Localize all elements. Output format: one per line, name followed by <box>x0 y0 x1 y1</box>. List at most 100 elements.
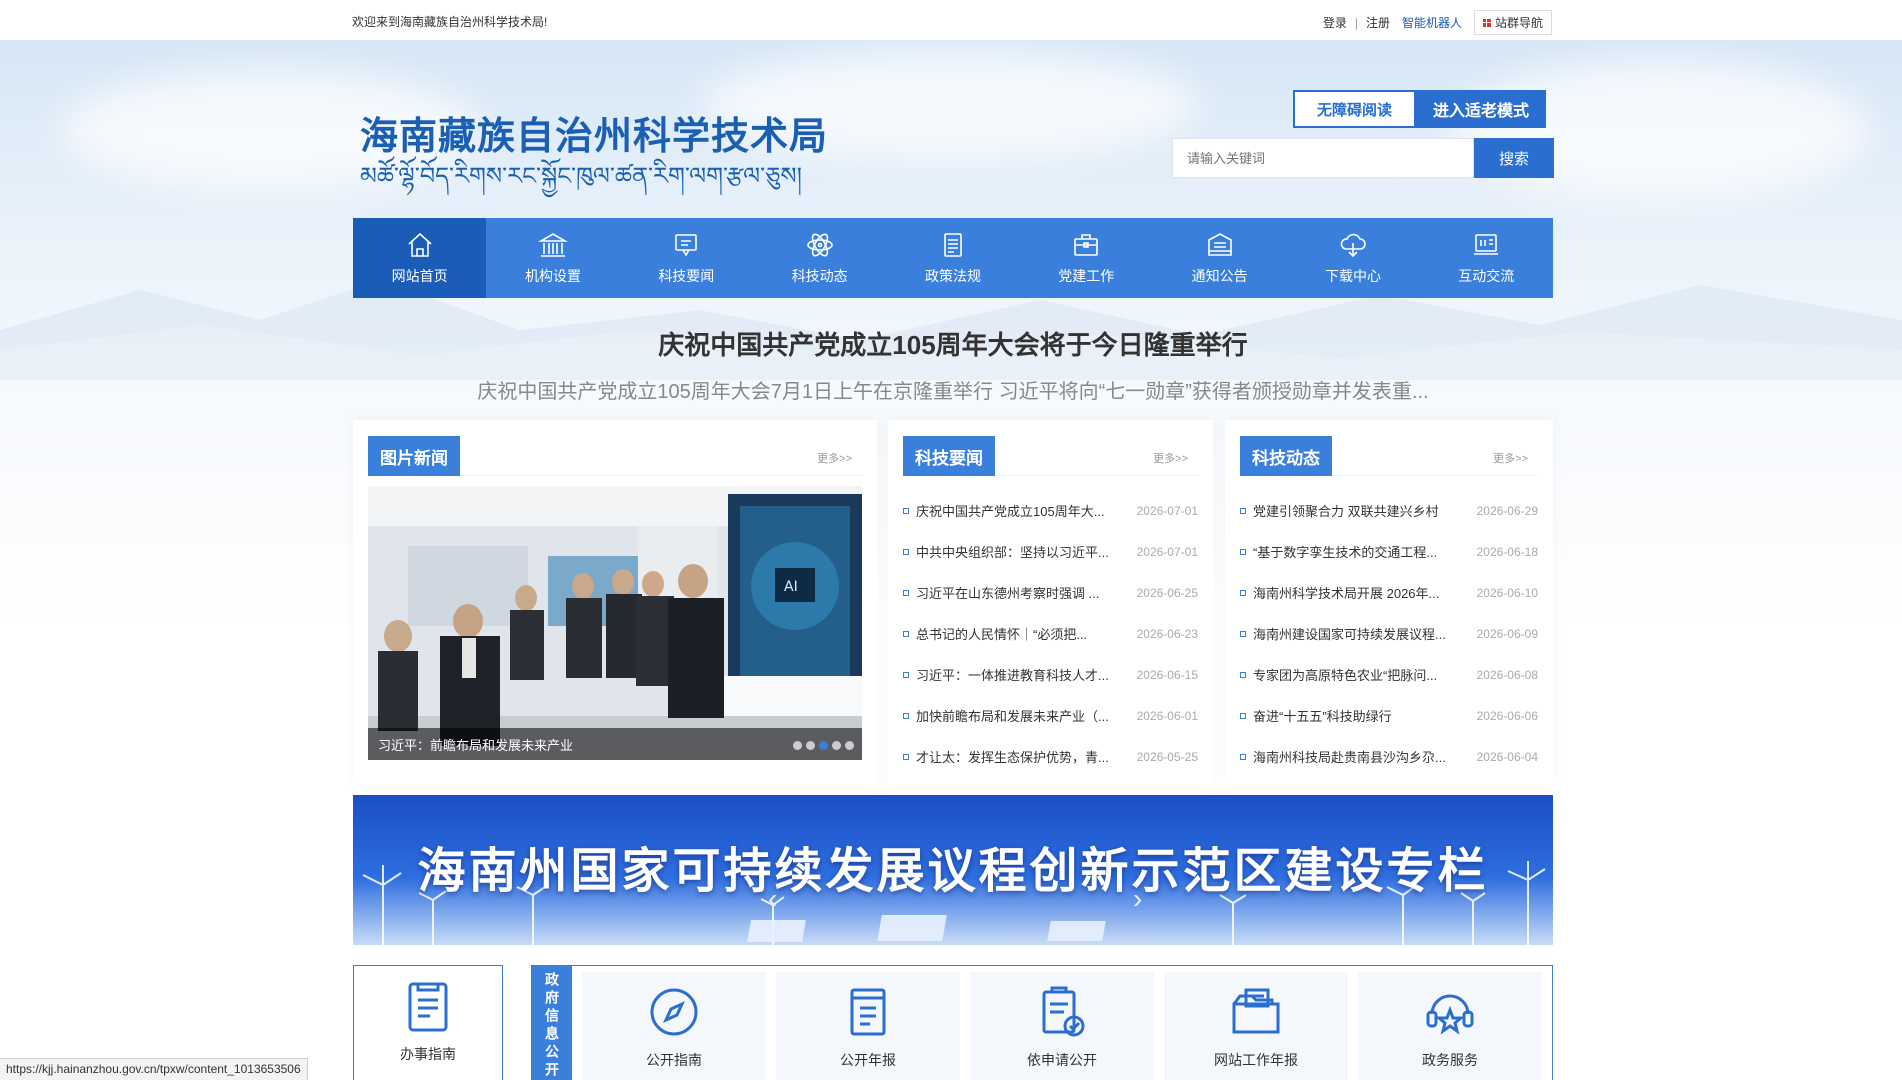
cloud-download-icon <box>1340 233 1366 258</box>
list-item[interactable]: 习近平：一体推进教育科技人才... 2026-06-15 <box>903 654 1198 695</box>
more-link[interactable]: 更多>> <box>1153 450 1188 466</box>
nav-item-tech-news[interactable]: 科技要闻 <box>620 218 753 298</box>
top-bar: 欢迎来到海南藏族自治州科学技术局! 登录 | 注册 智能机器人 站群导航 <box>0 0 1902 40</box>
service-annual-report[interactable]: 公开年报 <box>776 972 960 1080</box>
elderly-mode-button[interactable]: 进入适老模式 <box>1416 90 1546 128</box>
headline-summary[interactable]: 庆祝中国共产党成立105周年大会7月1日上午在京隆重举行 习近平将向“七一勋章”… <box>353 375 1553 404</box>
nav-item-home[interactable]: 网站首页 <box>353 218 487 298</box>
site-title-tibetan: མཚོ་ལྷོ་བོད་རིགས་རང་སྐྱོང་ཁུལ་ཚན་རིག་ལག་… <box>360 162 802 190</box>
message-icon <box>675 234 698 257</box>
panel-title[interactable]: 图片新闻 <box>368 436 460 476</box>
service-label: 公开指南 <box>646 1052 702 1068</box>
service-gov-services[interactable]: 政务服务 <box>1358 972 1542 1080</box>
list-item[interactable]: 习近平在山东德州考察时强调 ... 2026-06-25 <box>903 572 1198 613</box>
banner-prev-arrow[interactable]: ‹ <box>768 883 777 915</box>
list-item[interactable]: 总书记的人民情怀｜“必须把... 2026-06-23 <box>903 613 1198 654</box>
list-item[interactable]: 加快前瞻布局和发展未来产业（... 2026-06-01 <box>903 695 1198 736</box>
accessibility-button[interactable]: 无障碍阅读 <box>1293 90 1416 128</box>
item-date: 2026-06-29 <box>1476 503 1538 518</box>
folder-icon <box>1232 988 1280 1034</box>
service-guide[interactable]: 办事指南 <box>353 965 503 1080</box>
carousel-dot[interactable] <box>845 741 854 750</box>
atom-icon <box>806 233 833 257</box>
nav-item-label: 政策法规 <box>924 268 981 284</box>
nav-item-label: 科技动态 <box>791 268 848 284</box>
service-open-guide[interactable]: 公开指南 <box>582 972 766 1080</box>
nav-item-interaction[interactable]: 互动交流 <box>1420 218 1553 298</box>
list-item[interactable]: 海南州科学技术局开展 2026年... 2026-06-10 <box>1240 572 1538 613</box>
item-title: “基于数字孪生技术的交通工程... <box>1253 545 1438 560</box>
site-nav-button[interactable]: 站群导航 <box>1473 10 1552 35</box>
bullet-icon <box>903 589 909 596</box>
compass-icon <box>650 988 698 1036</box>
svg-text:AI: AI <box>784 579 798 595</box>
nav-item-downloads[interactable]: 下载中心 <box>1286 218 1419 298</box>
register-link[interactable]: 注册 <box>1366 14 1390 31</box>
bullet-icon <box>1240 753 1246 760</box>
browser-status-bar: https://kjj.hainanzhou.gov.cn/tpxw/conte… <box>0 1058 308 1080</box>
tech-news-panel: 科技要闻 更多>> 庆祝中国共产党成立105周年大... 2026-07-01 中… <box>888 420 1213 785</box>
carousel-dot[interactable] <box>806 741 815 750</box>
more-link[interactable]: 更多>> <box>817 450 852 466</box>
item-date: 2026-06-04 <box>1476 749 1538 764</box>
service-application-disclosure[interactable]: 依申请公开 <box>970 972 1154 1080</box>
nav-item-label: 下载中心 <box>1324 268 1381 284</box>
list-item[interactable]: 奋进“十五五”科技助绿行 2026-06-06 <box>1240 695 1538 736</box>
photo-caption-text: 习近平：前瞻布局和发展未来产业 <box>378 737 574 753</box>
item-date: 2026-05-25 <box>1136 749 1198 764</box>
panel-title[interactable]: 科技动态 <box>1240 436 1332 476</box>
list-item[interactable]: 专家团为高原特色农业“把脉问... 2026-06-08 <box>1240 654 1538 695</box>
item-date: 2026-06-25 <box>1136 585 1198 600</box>
search-box: 搜索 <box>1172 138 1554 178</box>
item-title: 庆祝中国共产党成立105周年大... <box>916 504 1105 519</box>
status-url: https://kjj.hainanzhou.gov.cn/tpxw/conte… <box>6 1062 301 1076</box>
nav-item-tech-dynamics[interactable]: 科技动态 <box>753 218 886 298</box>
list-item[interactable]: “基于数字孪生技术的交通工程... 2026-06-18 <box>1240 531 1538 572</box>
nav-item-policy[interactable]: 政策法规 <box>886 218 1019 298</box>
carousel-dot-active[interactable] <box>819 741 828 750</box>
nav-item-notices[interactable]: 通知公告 <box>1153 218 1286 298</box>
carousel-dot[interactable] <box>793 741 802 750</box>
list-item[interactable]: 海南州建设国家可持续发展议程... 2026-06-09 <box>1240 613 1538 654</box>
list-item[interactable]: 党建引领聚合力 双联共建兴乡村 2026-06-29 <box>1240 490 1538 531</box>
panel-title[interactable]: 科技要闻 <box>903 436 995 476</box>
item-date: 2026-06-01 <box>1136 708 1198 723</box>
service-website-report[interactable]: 网站工作年报 <box>1164 972 1348 1080</box>
carousel-dot[interactable] <box>832 741 841 750</box>
list-item[interactable]: 海南州科技局赴贵南县沙沟乡尕... 2026-06-04 <box>1240 736 1538 777</box>
news-photo[interactable]: AI 习近平：前瞻布局和发展未来产业 <box>368 486 862 760</box>
item-date: 2026-06-18 <box>1476 544 1538 559</box>
panel-header: 科技动态 更多>> <box>1240 436 1538 476</box>
news-list: 庆祝中国共产党成立105周年大... 2026-07-01 中共中央组织部：坚持以… <box>903 490 1198 777</box>
briefcase-icon <box>1074 234 1099 256</box>
banner-next-arrow[interactable]: › <box>1133 883 1142 915</box>
bullet-icon <box>903 712 909 719</box>
search-input[interactable] <box>1172 138 1474 178</box>
gov-info-tag: 政府信息公开 <box>532 966 572 1080</box>
bullet-icon <box>903 753 909 760</box>
login-link[interactable]: 登录 <box>1323 14 1347 31</box>
item-date: 2026-06-15 <box>1136 667 1198 682</box>
bullet-icon <box>1240 671 1246 678</box>
item-title: 专家团为高原特色农业“把脉问... <box>1253 668 1438 683</box>
news-photo-image: AI <box>368 486 862 760</box>
nav-item-party[interactable]: 党建工作 <box>1020 218 1153 298</box>
item-title: 海南州建设国家可持续发展议程... <box>1253 627 1446 642</box>
robot-link[interactable]: 智能机器人 <box>1402 14 1462 31</box>
search-button[interactable]: 搜索 <box>1474 138 1554 178</box>
nav-item-label: 通知公告 <box>1191 268 1248 284</box>
banner-title: 海南州国家可持续发展议程创新示范区建设专栏 <box>417 845 1489 898</box>
headline-title[interactable]: 庆祝中国共产党成立105周年大会将于今日隆重举行 <box>353 325 1553 362</box>
item-title: 中共中央组织部：坚持以习近平... <box>916 545 1109 560</box>
report-icon <box>850 988 886 1036</box>
list-item[interactable]: 才让太：发挥生态保护优势，青... 2026-05-25 <box>903 736 1198 777</box>
list-item[interactable]: 中共中央组织部：坚持以习近平... 2026-07-01 <box>903 531 1198 572</box>
nav-item-organization[interactable]: 机构设置 <box>486 218 619 298</box>
item-title: 党建引领聚合力 双联共建兴乡村 <box>1253 504 1439 519</box>
feature-banner[interactable]: 海南州国家可持续发展议程创新示范区建设专栏 ‹ › <box>353 795 1553 945</box>
more-link[interactable]: 更多>> <box>1493 450 1528 466</box>
nav-item-label: 党建工作 <box>1058 268 1115 284</box>
list-item[interactable]: 庆祝中国共产党成立105周年大... 2026-07-01 <box>903 490 1198 531</box>
service-label: 政务服务 <box>1422 1052 1478 1068</box>
photo-caption[interactable]: 习近平：前瞻布局和发展未来产业 <box>368 728 862 760</box>
